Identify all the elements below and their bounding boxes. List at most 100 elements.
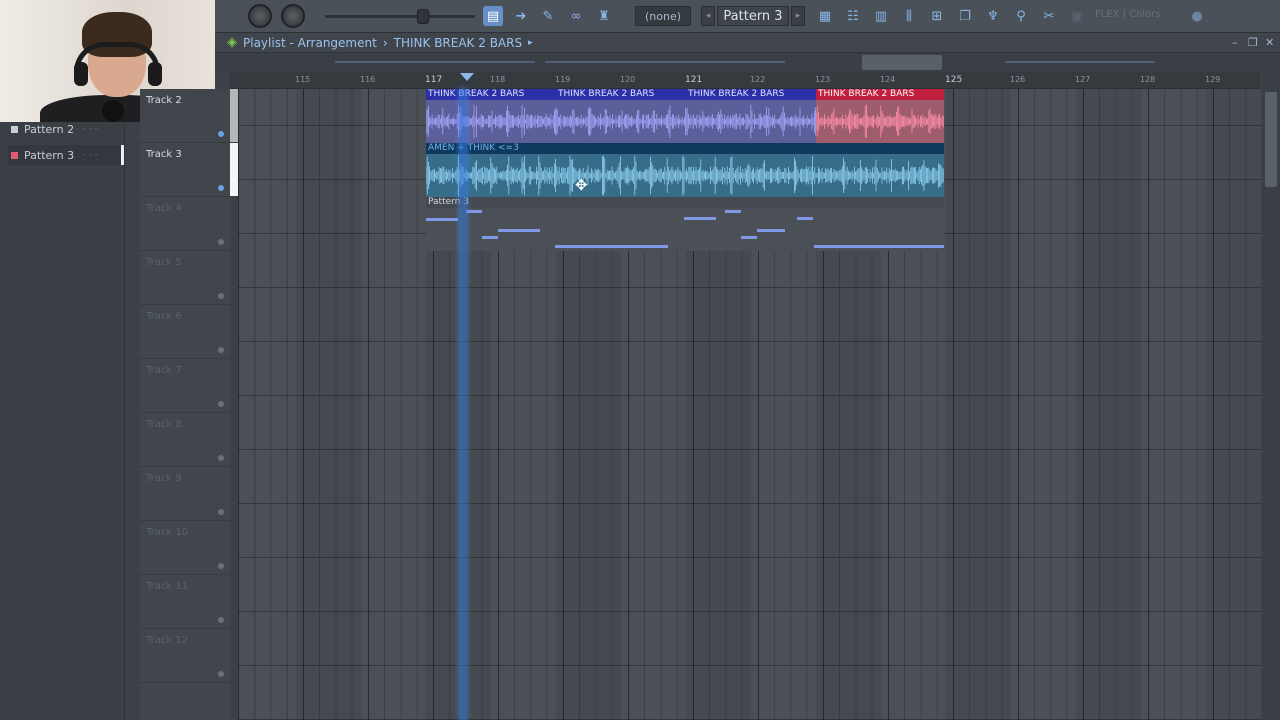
- link-icon[interactable]: ∞: [566, 6, 586, 26]
- stamp-icon[interactable]: ♜: [594, 6, 614, 26]
- horizontal-scrollbar[interactable]: [215, 53, 1280, 72]
- track-header[interactable]: Track 4: [140, 197, 230, 251]
- playlist-play-icon[interactable]: ◈: [227, 35, 237, 50]
- ruler-tick: 128: [1140, 75, 1156, 84]
- ruler-tick: 123: [815, 75, 831, 84]
- close-icon[interactable]: ✕: [1265, 36, 1274, 49]
- waveform: [556, 105, 686, 138]
- breadcrumb-arrow-icon[interactable]: ▸: [528, 38, 533, 48]
- track-header[interactable]: Track 10: [140, 521, 230, 575]
- playlist-icon[interactable]: ▦: [815, 6, 835, 26]
- scroll-thumb[interactable]: [862, 55, 942, 70]
- playhead[interactable]: [459, 89, 467, 720]
- ruler-tick: 117: [425, 75, 443, 85]
- pattern-selector[interactable]: Pattern 3: [717, 6, 789, 26]
- audio-clip-think-3[interactable]: THINK BREAK 2 BARS: [686, 89, 816, 143]
- track-mute-led[interactable]: [218, 617, 224, 623]
- track-mute-led[interactable]: [218, 347, 224, 353]
- pattern-dots: - - -: [82, 150, 98, 160]
- pattern-dots: - - -: [82, 124, 98, 134]
- track-mute-led[interactable]: [218, 509, 224, 515]
- project-icon[interactable]: ❐: [955, 6, 975, 26]
- track-header-column: Track 2 Track 3 Track 4 Track 5 Track 6 Track…: [140, 89, 238, 720]
- track-color-strip: [230, 89, 238, 142]
- mic-icon[interactable]: ⚲: [1011, 6, 1031, 26]
- clip-title: THINK BREAK 2 BARS: [556, 89, 686, 100]
- master-volume-knob[interactable]: [248, 4, 272, 28]
- track-mute-led[interactable]: [218, 185, 224, 191]
- channel-rack-icon[interactable]: ▥: [871, 6, 891, 26]
- vertical-scrollbar[interactable]: [1262, 72, 1280, 720]
- track-mute-led[interactable]: [218, 563, 224, 569]
- track-mute-led[interactable]: [218, 401, 224, 407]
- track-mute-led[interactable]: [218, 131, 224, 137]
- track-name: Track 9: [146, 473, 182, 484]
- globe-icon[interactable]: ●: [1187, 6, 1207, 26]
- waveform: [426, 155, 944, 196]
- ruler-tick: 124: [880, 75, 896, 84]
- master-slider-track[interactable]: [325, 15, 475, 18]
- track-header[interactable]: Track 11: [140, 575, 230, 629]
- pattern-clip-pattern-3[interactable]: Pattern 3: [426, 197, 944, 251]
- track-header[interactable]: Track 3: [140, 143, 238, 197]
- scroll-thumb[interactable]: [1265, 92, 1277, 187]
- equalizer-icon[interactable]: ⫼: [899, 6, 919, 26]
- fl-studio-window: ▤ ➜ ✎ ∞ ♜ (none) ◂ Pattern 3 ▸ ▦ ☷ ▥ ⫼ ⊞…: [0, 0, 1280, 720]
- master-slider-handle[interactable]: [417, 9, 429, 24]
- snap-selector[interactable]: (none): [635, 6, 691, 26]
- track-header[interactable]: Track 2: [140, 89, 238, 143]
- browser-pattern-3[interactable]: Pattern 3 - - -: [8, 145, 124, 165]
- minimize-icon[interactable]: –: [1232, 36, 1238, 49]
- track-header[interactable]: Track 5: [140, 251, 230, 305]
- maximize-icon[interactable]: ❐: [1248, 36, 1258, 49]
- flex-colors-label: FLEX | Colors: [1095, 9, 1161, 20]
- piano-roll-icon[interactable]: ▤: [483, 6, 503, 26]
- pattern-prev-button[interactable]: ◂: [701, 6, 715, 26]
- pattern-next-button[interactable]: ▸: [791, 6, 805, 26]
- track-header[interactable]: Track 12: [140, 629, 230, 683]
- timeline-ruler[interactable]: 115 116 117 118 119 120 121 122 123 124 125 126 127 1…: [230, 72, 1260, 89]
- track-name: Track 12: [146, 635, 189, 646]
- track-color-strip: [230, 143, 238, 196]
- track-name: Track 8: [146, 419, 182, 430]
- ruler-tick: 129: [1205, 75, 1221, 84]
- pattern-label: Pattern 3: [24, 148, 75, 162]
- master-pitch-knob[interactable]: [281, 4, 305, 28]
- ruler-tick: 125: [945, 75, 963, 85]
- track-mute-led[interactable]: [218, 455, 224, 461]
- tools-icon[interactable]: ✂: [1039, 6, 1059, 26]
- ruler-tick: 122: [750, 75, 766, 84]
- ruler-tick: 115: [295, 75, 311, 84]
- track-header[interactable]: Track 9: [140, 467, 230, 521]
- plugin-icon[interactable]: ♆: [983, 6, 1003, 26]
- track-mute-led[interactable]: [218, 671, 224, 677]
- ruler-tick: 126: [1010, 75, 1026, 84]
- move-cursor-icon: ✥: [575, 176, 588, 194]
- arrow-right-icon[interactable]: ➜: [511, 6, 531, 26]
- pencil-icon[interactable]: ✎: [538, 6, 558, 26]
- track-header[interactable]: Track 6: [140, 305, 230, 359]
- pattern-browser: Pattern 2 - - - Pattern 3 - - -: [0, 122, 125, 720]
- playlist-title: Playlist - Arrangement: [243, 35, 377, 50]
- audio-clip-amen-think[interactable]: AMEN + THINK <=3: [426, 143, 944, 197]
- track-mute-led[interactable]: [218, 293, 224, 299]
- track-name: Track 5: [146, 257, 182, 268]
- track-name: Track 7: [146, 365, 182, 376]
- audio-clip-think-2[interactable]: THINK BREAK 2 BARS: [556, 89, 686, 143]
- mixer-icon[interactable]: ☷: [843, 6, 863, 26]
- grid-icon[interactable]: ▣: [1067, 6, 1087, 26]
- audio-clip-think-1[interactable]: THINK BREAK 2 BARS: [426, 89, 556, 143]
- playlist-titlebar[interactable]: ◈ Playlist - Arrangement › THINK BREAK 2…: [215, 33, 1280, 53]
- waveform: [816, 104, 944, 139]
- pattern-icon: [11, 125, 18, 133]
- track-header[interactable]: Track 8: [140, 413, 230, 467]
- audio-clip-think-4[interactable]: THINK BREAK 2 BARS: [816, 89, 944, 143]
- track-name: Track 6: [146, 311, 182, 322]
- clip-title: AMEN + THINK <=3: [426, 143, 944, 154]
- track-mute-led[interactable]: [218, 239, 224, 245]
- track-header[interactable]: Track 7: [140, 359, 230, 413]
- song-position-marker[interactable]: [460, 73, 474, 81]
- track-name: Track 3: [146, 149, 182, 160]
- browser-pattern-2[interactable]: Pattern 2 - - -: [8, 119, 124, 139]
- browser-tree-icon[interactable]: ⊞: [927, 6, 947, 26]
